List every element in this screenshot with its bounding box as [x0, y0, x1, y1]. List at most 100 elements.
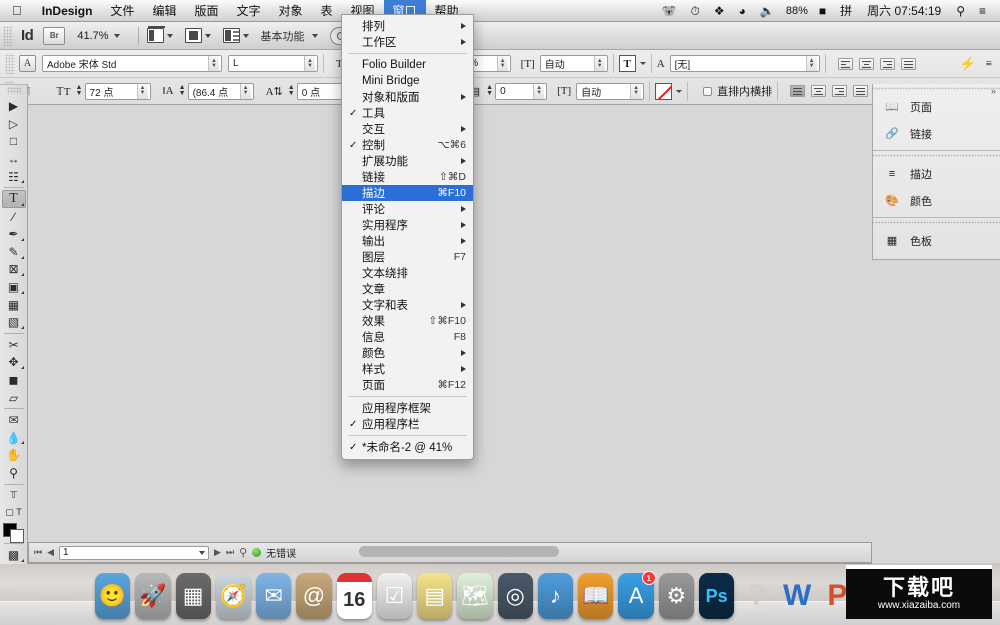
gap-tool[interactable]: ↔	[2, 150, 26, 168]
dock-group-grip[interactable]	[873, 218, 1000, 227]
stroke-dropdown-icon[interactable]	[676, 89, 683, 93]
panel-button-stroke[interactable]: ≡ 描边	[873, 160, 1000, 187]
fill-color-swatch[interactable]: T	[618, 55, 636, 72]
align-left-button[interactable]	[837, 57, 853, 70]
appbar-grip[interactable]	[3, 25, 13, 46]
notes-dock-icon[interactable]: ▤	[417, 573, 453, 619]
panel-button-swatches[interactable]: ▦ 色板	[873, 227, 1000, 254]
volume-icon[interactable]: 🔈	[754, 0, 781, 22]
dock-group-grip[interactable]	[873, 84, 1000, 93]
align-left-button-2[interactable]	[790, 85, 806, 97]
workspace-switcher[interactable]: 基本功能	[261, 28, 318, 44]
window-menu-item[interactable]: 图层 F7	[342, 249, 473, 265]
page-nav-next[interactable]: ▶	[214, 547, 221, 558]
photo-booth-dock-icon[interactable]: ◎	[497, 573, 533, 619]
screen-mode-button[interactable]	[146, 26, 173, 43]
maps-dock-icon[interactable]: 🗺	[457, 573, 493, 619]
window-menu-item[interactable]: 颜色	[342, 345, 473, 361]
window-menu-item[interactable]: 页面 ⌘F12	[342, 377, 473, 393]
quick-apply-icon[interactable]: ⚡	[950, 56, 986, 72]
type-tool[interactable]: T	[1, 190, 26, 208]
launchpad-dock-icon[interactable]: 🚀	[135, 573, 171, 619]
panel-button-pages[interactable]: 📖 页面	[873, 93, 1000, 120]
hand-tool[interactable]: ✋	[2, 446, 26, 464]
word-dock-icon[interactable]: W	[780, 573, 815, 619]
window-menu-item[interactable]: Folio Builder	[342, 57, 473, 73]
skew-input[interactable]: 自动 ▲ ▼	[576, 82, 645, 100]
window-menu-item[interactable]: 文字和表	[342, 297, 473, 313]
menu-app-name[interactable]: InDesign	[33, 0, 102, 22]
kerning-input[interactable]: 自动 ▲ ▼	[539, 55, 608, 72]
scissors-tool[interactable]: ✂	[2, 336, 26, 354]
menu-item-edit[interactable]: 编辑	[143, 0, 185, 22]
page-number-input[interactable]: 1	[59, 545, 210, 560]
zoom-tool[interactable]: ⚲	[2, 464, 26, 482]
vertical-scale-dropdown-icon[interactable]: ▲ ▼	[496, 56, 508, 71]
menu-item-type[interactable]: 文字	[227, 0, 269, 22]
window-menu-item[interactable]: 交互	[342, 121, 473, 137]
align-center-button[interactable]	[858, 57, 874, 70]
gradient-tool[interactable]: ◼	[2, 371, 26, 389]
window-menu-item[interactable]: 扩展功能	[342, 153, 473, 169]
system-preferences-dock-icon[interactable]: ⚙	[658, 573, 694, 619]
window-menu-item[interactable]: 文章	[342, 281, 473, 297]
dock-group-grip[interactable]	[873, 151, 1000, 160]
itunes-dock-icon[interactable]: ♪	[537, 573, 574, 619]
finder-dock-icon[interactable]: 🙂	[94, 573, 131, 619]
leading-stepper[interactable]: ▲ ▼	[177, 83, 188, 100]
window-menu-item[interactable]: 应用程序框架	[342, 400, 473, 416]
toolbox-grip[interactable]	[6, 87, 21, 95]
panel-menu-icon[interactable]: ≡	[986, 58, 1000, 70]
fill-dropdown-icon[interactable]	[639, 62, 646, 65]
battery-icon[interactable]: ■	[813, 0, 832, 22]
kerning-dropdown-icon[interactable]: ▲ ▼	[593, 56, 605, 71]
paragraph-style-input[interactable]: [无] ▲ ▼	[669, 55, 820, 72]
question-mark-dock-icon[interactable]: ?	[739, 573, 774, 619]
line-tool[interactable]: ∕	[2, 208, 26, 226]
window-menu-item[interactable]: Mini Bridge	[342, 73, 473, 89]
eyedropper-tool[interactable]: 💧	[2, 429, 26, 447]
view-layout-button[interactable]	[184, 28, 211, 43]
note-tool[interactable]: ✉	[2, 411, 26, 429]
baseline-shift-dropdown-icon[interactable]: ▲ ▼	[533, 83, 545, 99]
font-size-dropdown-icon[interactable]: ▲ ▼	[136, 83, 148, 99]
window-menu-item[interactable]: 对象和版面	[342, 89, 473, 105]
window-menu-item[interactable]: 工作区	[342, 34, 473, 50]
stroke-color-swatch[interactable]	[655, 82, 673, 100]
font-size-stepper[interactable]: ▲ ▼	[74, 83, 85, 100]
horizontal-scrollbar[interactable]	[359, 546, 559, 557]
grid-tool[interactable]: ▧	[2, 313, 26, 331]
skew-dropdown-icon[interactable]: ▲ ▼	[630, 83, 642, 99]
window-menu-item[interactable]: 链接 ⇧⌘D	[342, 169, 473, 185]
arrange-documents-button[interactable]	[222, 28, 249, 43]
default-fill-stroke-icon[interactable]: ▢ T	[2, 504, 26, 522]
table-tool[interactable]: ▦	[2, 296, 26, 314]
pen-tool[interactable]: ✒	[2, 225, 26, 243]
menu-item-file[interactable]: 文件	[101, 0, 143, 22]
tate-chu-yoko-checkbox[interactable]	[703, 86, 713, 96]
notification-center-icon[interactable]: ≡	[973, 0, 992, 22]
page-nav-prev[interactable]: ◀	[47, 547, 54, 558]
direct-selection-tool[interactable]: ▷	[2, 115, 26, 133]
stroke-swatch[interactable]	[9, 528, 24, 543]
font-family-input[interactable]: Adobe 宋体 Std ▲ ▼	[42, 55, 222, 72]
panel-button-color[interactable]: 🎨 颜色	[873, 187, 1000, 214]
window-menu-item[interactable]: ✓ 应用程序栏	[342, 416, 473, 432]
window-menu-item[interactable]: 描边 ⌘F10	[342, 185, 473, 201]
page-tool[interactable]: □	[2, 133, 26, 151]
window-menu-item[interactable]: 文本绕排	[342, 265, 473, 281]
leading-dropdown-icon[interactable]: ▲ ▼	[239, 83, 251, 99]
align-right-button-2[interactable]	[832, 85, 848, 97]
mission-control-dock-icon[interactable]: ▦	[175, 573, 211, 619]
content-collector-tool[interactable]: ☷	[2, 168, 26, 186]
qq-icon[interactable]: 🐨	[656, 0, 683, 22]
window-menu-dropdown[interactable]: 排列 工作区 Folio Builder Mini Bridge 对象和版面 ✓ 工具 交互 ✓…	[341, 14, 474, 460]
app-store-dock-icon[interactable]: A1	[618, 571, 656, 619]
fill-stroke-swatch[interactable]	[2, 522, 25, 543]
window-menu-item[interactable]: 信息 F8	[342, 329, 473, 345]
window-menu-item[interactable]: 实用程序	[342, 217, 473, 233]
input-method-icon[interactable]: 拼	[834, 0, 858, 22]
page-nav-first[interactable]: ⏮	[34, 547, 42, 558]
font-size-input[interactable]: 72 点 ▲ ▼	[84, 82, 151, 100]
font-family-dropdown-icon[interactable]: ▲ ▼	[208, 56, 219, 71]
